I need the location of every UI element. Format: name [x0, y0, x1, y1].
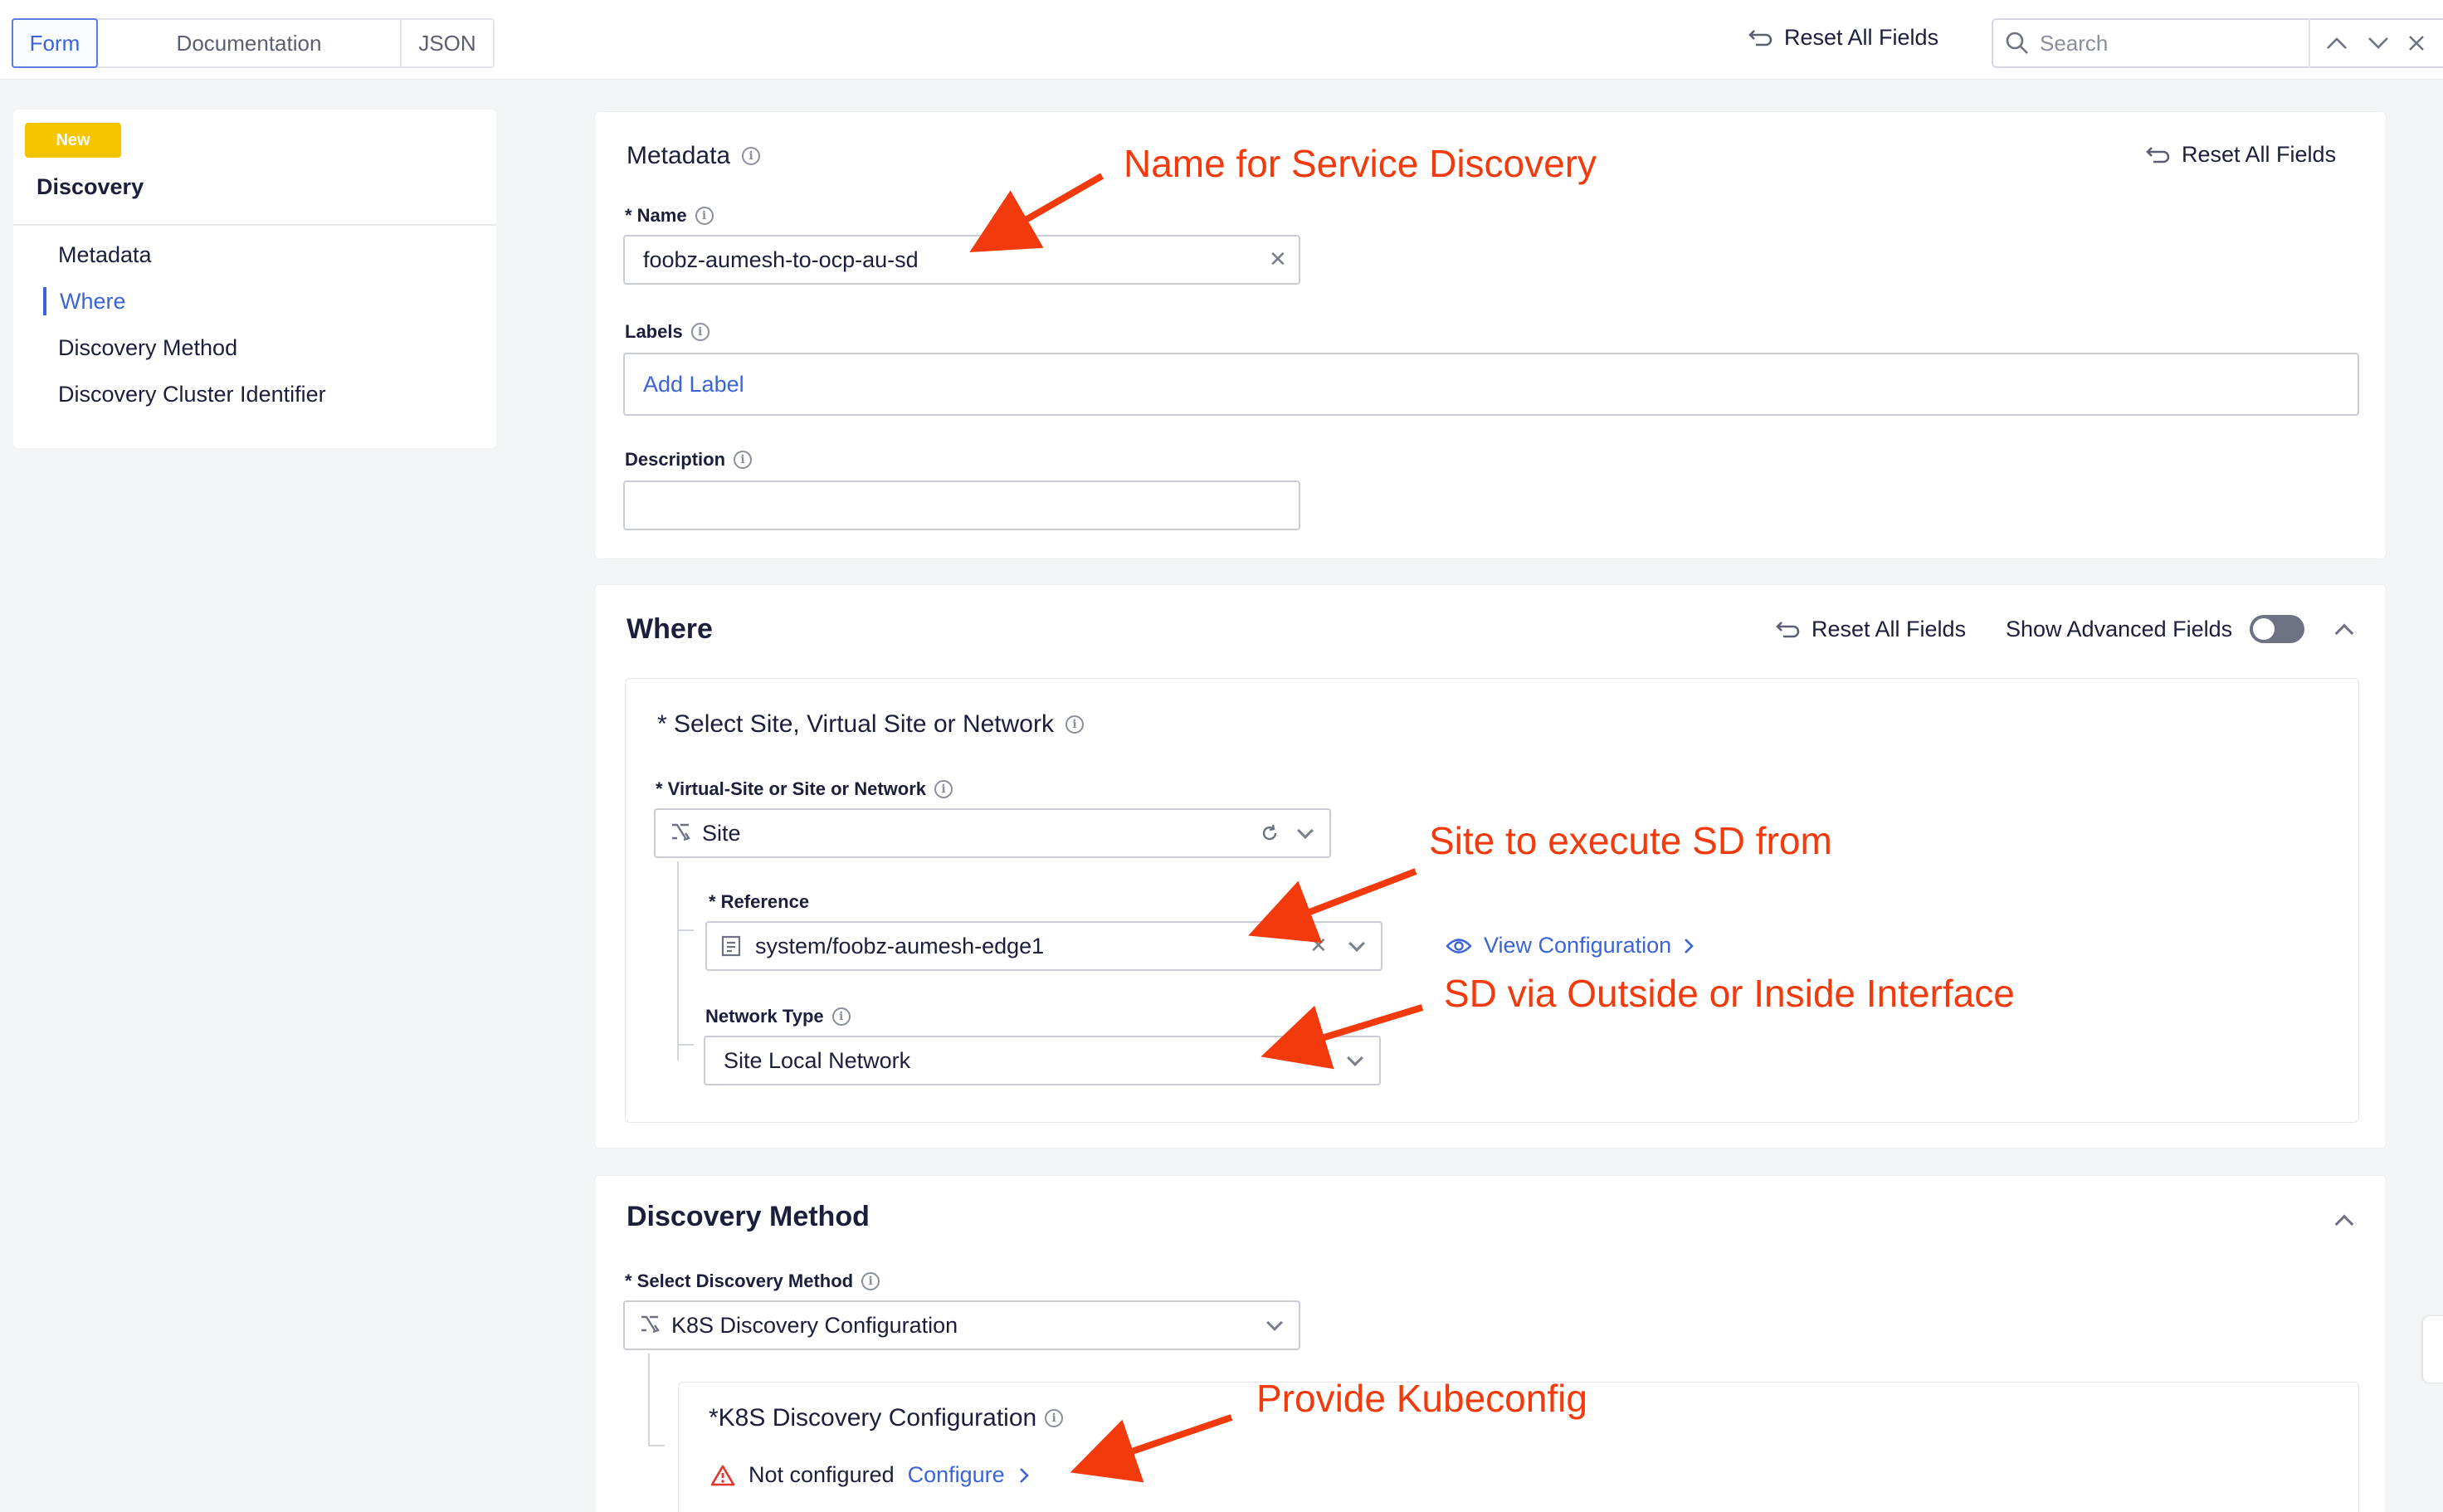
annotation-arrows	[969, 173, 1424, 1483]
annotation-arrow-site	[1248, 868, 1417, 944]
annotation-arrow-network	[1261, 1004, 1424, 1070]
annotation-arrow-name	[969, 173, 1104, 252]
annotation-arrow-kubeconfig	[1070, 1414, 1233, 1483]
